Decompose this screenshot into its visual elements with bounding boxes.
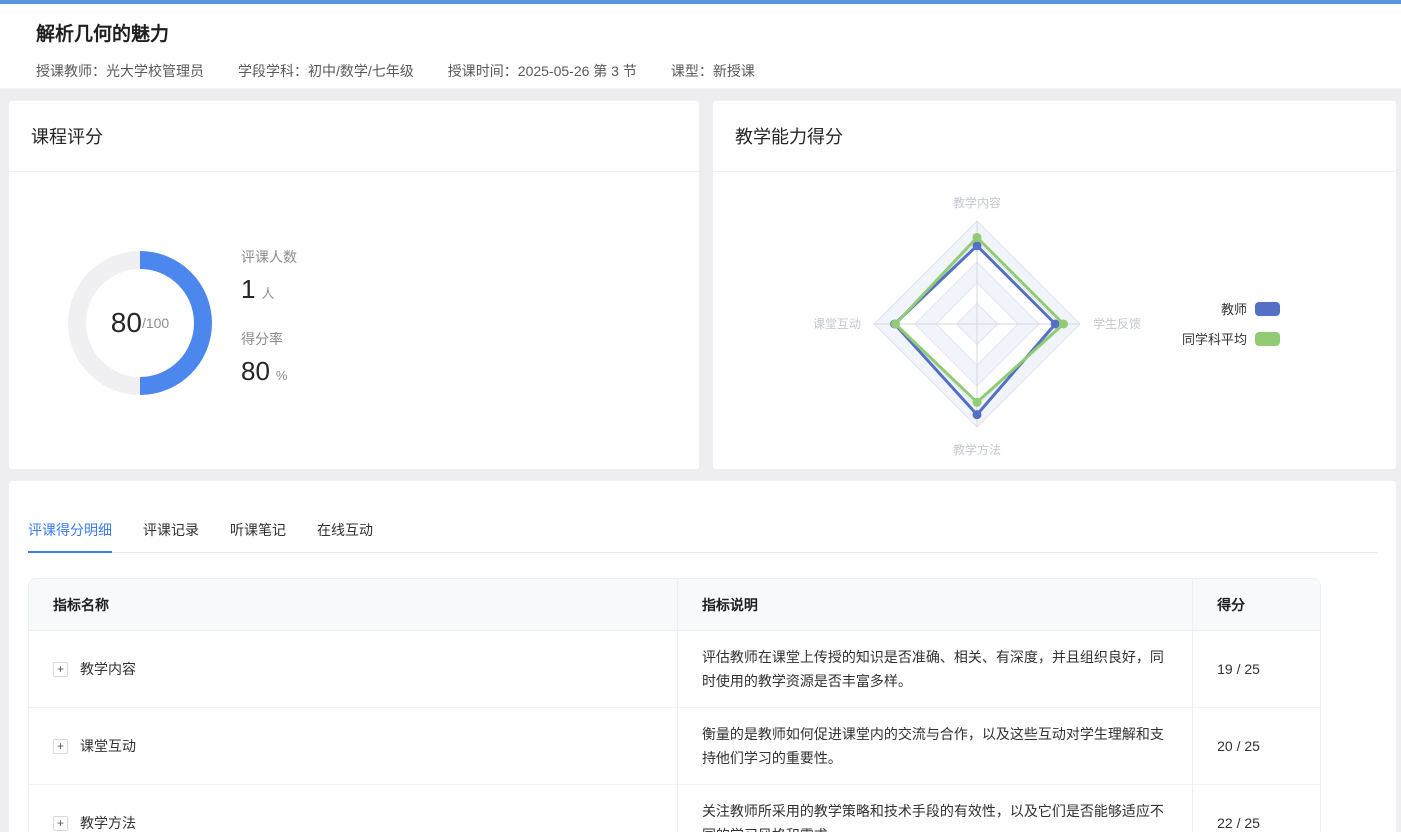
- detail-tabs: 评课得分明细 评课记录 听课笔记 在线互动: [28, 481, 1377, 553]
- indicator-score: 22 / 25: [1192, 785, 1320, 832]
- meta-teacher: 授课教师：光大学校管理员: [36, 61, 204, 81]
- page-header: 解析几何的魅力 授课教师：光大学校管理员 学段学科：初中/数学/七年级 授课时间…: [0, 4, 1401, 89]
- svg-text:学生反馈: 学生反馈: [1093, 316, 1141, 331]
- expand-row-icon[interactable]: +: [53, 739, 68, 754]
- svg-text:教学内容: 教学内容: [953, 195, 1001, 210]
- course-score-card: 课程评分 80 /100 评课人数 1 人 得分率 80 %: [8, 100, 700, 470]
- tab-listening-notes[interactable]: 听课笔记: [230, 520, 286, 552]
- indicator-name: 教学方法: [80, 811, 136, 832]
- course-score-max: /100: [142, 315, 169, 331]
- score-rate-label: 得分率: [241, 329, 297, 349]
- indicator-name: 教学内容: [80, 657, 136, 681]
- meta-time: 授课时间：2025-05-26 第 3 节: [448, 61, 637, 81]
- svg-text:教学方法: 教学方法: [953, 442, 1001, 457]
- tab-review-records[interactable]: 评课记录: [143, 520, 199, 552]
- score-detail-table: 指标名称 指标说明 得分 + 教学内容 评估教师在课堂上传授的知识是否准确、相关…: [28, 578, 1321, 832]
- table-row: + 课堂互动 衡量的是教师如何促进课堂内的交流与合作，以及这些互动对学生理解和支…: [29, 708, 1320, 785]
- radar-legend: 教师 同学科平均: [1182, 299, 1280, 359]
- course-score-value: 80: [111, 307, 142, 339]
- table-row: + 教学方法 关注教师所采用的教学策略和技术手段的有效性，以及它们是否能够适应不…: [29, 785, 1320, 832]
- indicator-name: 课堂互动: [80, 734, 136, 758]
- course-score-card-title: 课程评分: [9, 101, 699, 172]
- radar-chart: 教学内容学生反馈教学方法 课堂互动: [767, 174, 1187, 474]
- course-score-gauge: 80 /100: [68, 251, 212, 395]
- course-title: 解析几何的魅力: [36, 19, 1401, 46]
- detail-section: 评课得分明细 评课记录 听课笔记 在线互动 指标名称 指标说明 得分 + 教学内…: [8, 480, 1397, 832]
- expand-row-icon[interactable]: +: [53, 662, 68, 677]
- indicator-desc: 衡量的是教师如何促进课堂内的交流与合作，以及这些互动对学生理解和支持他们学习的重…: [677, 708, 1192, 785]
- svg-text:课堂互动: 课堂互动: [813, 317, 861, 331]
- tab-score-detail[interactable]: 评课得分明细: [28, 520, 112, 553]
- indicator-score: 19 / 25: [1192, 631, 1320, 708]
- teaching-ability-card: 教学能力得分 教学内容学生反馈教学方法 课堂互动 教师 同学科平均: [712, 100, 1397, 470]
- score-rate-unit: %: [276, 368, 288, 383]
- column-header-desc: 指标说明: [677, 579, 1192, 631]
- table-header-row: 指标名称 指标说明 得分: [29, 579, 1320, 631]
- score-rate-value: 80: [241, 356, 270, 387]
- table-row: + 教学内容 评估教师在课堂上传授的知识是否准确、相关、有深度，并且组织良好，同…: [29, 631, 1320, 708]
- summary-cards-row: 课程评分 80 /100 评课人数 1 人 得分率 80 % 教学能力得分 教学…: [8, 100, 1397, 470]
- tab-online-interaction[interactable]: 在线互动: [317, 520, 373, 552]
- indicator-desc: 关注教师所采用的教学策略和技术手段的有效性，以及它们是否能够适应不同的学习风格和…: [677, 785, 1192, 832]
- teaching-ability-card-title: 教学能力得分: [713, 101, 1396, 172]
- indicator-score: 20 / 25: [1192, 708, 1320, 785]
- legend-item-teacher[interactable]: 教师: [1182, 299, 1280, 318]
- indicator-desc: 评估教师在课堂上传授的知识是否准确、相关、有深度，并且组织良好，同时使用的教学资…: [677, 631, 1192, 708]
- legend-average-swatch: [1255, 332, 1280, 346]
- score-rate-row: 80 %: [241, 356, 297, 387]
- column-header-score: 得分: [1192, 579, 1320, 631]
- meta-grade-subject: 学段学科：初中/数学/七年级: [238, 61, 414, 81]
- meta-lesson-type: 课型：新授课: [671, 61, 755, 81]
- legend-teacher-label: 教师: [1221, 299, 1247, 318]
- legend-teacher-swatch: [1255, 302, 1280, 316]
- radar-chart-svg: 教学内容学生反馈教学方法 课堂互动: [767, 174, 1187, 474]
- reviewer-count-unit: 人: [261, 283, 274, 302]
- course-meta-row: 授课教师：光大学校管理员 学段学科：初中/数学/七年级 授课时间：2025-05…: [36, 61, 1401, 81]
- legend-average-label: 同学科平均: [1182, 329, 1247, 348]
- reviewer-count-row: 1 人: [241, 274, 297, 305]
- reviewer-count-value: 1: [241, 274, 255, 305]
- expand-row-icon[interactable]: +: [53, 816, 68, 831]
- course-score-stats: 评课人数 1 人 得分率 80 %: [241, 247, 297, 411]
- reviewer-count-label: 评课人数: [241, 247, 297, 267]
- column-header-name: 指标名称: [29, 579, 677, 631]
- course-score-gauge-center: 80 /100: [86, 269, 194, 377]
- legend-item-subject-average[interactable]: 同学科平均: [1182, 329, 1280, 348]
